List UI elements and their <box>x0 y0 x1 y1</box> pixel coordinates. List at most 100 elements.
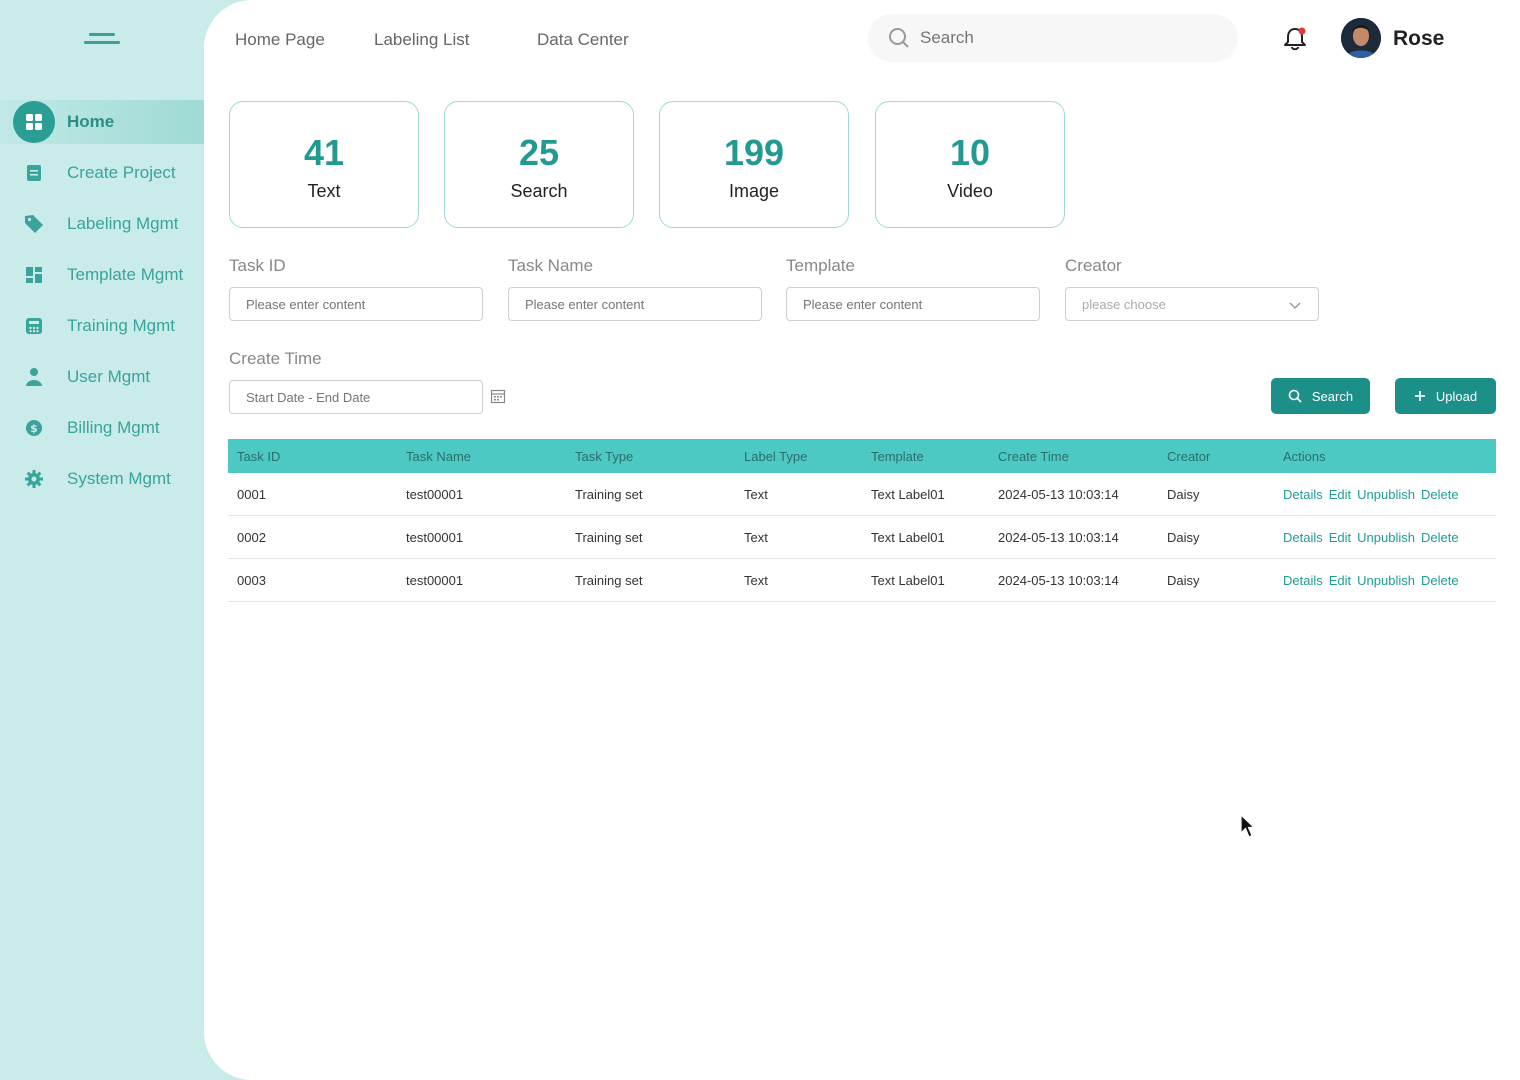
menu-toggle-icon[interactable] <box>84 33 120 49</box>
details-link[interactable]: Details <box>1283 530 1323 545</box>
sidebar-item-template-mgmt[interactable]: Template Mgmt <box>0 253 204 297</box>
stat-value: 10 <box>949 132 991 173</box>
cell-actions: Details Edit Unpublish Delete <box>1274 530 1496 545</box>
sidebar-item-label: Home <box>67 112 115 131</box>
gear-icon <box>24 469 44 489</box>
cell-task-type: Training set <box>575 572 643 588</box>
global-search <box>868 14 1238 62</box>
task-name-label: Task Name <box>508 256 594 275</box>
cell-creator: Daisy <box>1167 529 1200 545</box>
cell-create-time: 2024-05-13 10:03:14 <box>998 486 1119 502</box>
delete-link[interactable]: Delete <box>1421 530 1459 545</box>
creator-select-placeholder: please choose <box>1082 297 1166 312</box>
unpublish-link[interactable]: Unpublish <box>1357 530 1415 545</box>
mouse-cursor-icon <box>1240 814 1256 838</box>
details-link[interactable]: Details <box>1283 573 1323 588</box>
cell-creator: Daisy <box>1167 572 1200 588</box>
cell-label-type: Text <box>744 529 768 545</box>
cell-task-id: 0002 <box>237 529 266 545</box>
search-input[interactable] <box>920 26 1210 50</box>
task-id-input[interactable] <box>229 287 483 321</box>
stat-card-image: 199 Image <box>659 101 849 228</box>
stat-card-search: 25 Search <box>444 101 634 228</box>
sidebar-item-home[interactable]: Home <box>0 100 204 144</box>
date-range-input[interactable] <box>229 380 483 414</box>
cell-task-name: test00001 <box>406 529 464 545</box>
column-header: Task Type <box>575 448 634 464</box>
cell-label-type: Text <box>744 486 768 502</box>
cell-creator: Daisy <box>1167 486 1200 502</box>
sidebar-item-billing-mgmt[interactable]: $ Billing Mgmt <box>0 406 204 450</box>
create-time-label: Create Time <box>229 349 322 368</box>
stat-value: 41 <box>303 132 345 173</box>
cell-task-name: test00001 <box>406 486 464 502</box>
cell-task-type: Training set <box>575 486 643 502</box>
tasks-table: Task ID Task Name Task Type Label Type T… <box>228 439 1496 602</box>
calendar-icon[interactable] <box>490 388 506 404</box>
sidebar-item-label: Create Project <box>67 163 176 182</box>
table-row: 0002 test00001 Training set Text Text La… <box>228 516 1496 559</box>
avatar[interactable] <box>1341 18 1381 58</box>
sidebar-item-labeling-mgmt[interactable]: Labeling Mgmt <box>0 202 204 246</box>
template-input[interactable] <box>786 287 1040 321</box>
sidebar: Home Create Project Labeling Mgmt Templa… <box>0 0 230 1080</box>
creator-label: Creator <box>1065 256 1122 275</box>
sidebar-item-system-mgmt[interactable]: System Mgmt <box>0 457 204 501</box>
creator-select[interactable]: please choose <box>1065 287 1319 321</box>
nav-link-home-page[interactable]: Home Page <box>235 30 325 50</box>
column-header: Label Type <box>744 448 808 464</box>
column-header: Creator <box>1167 448 1211 464</box>
cell-actions: Details Edit Unpublish Delete <box>1274 573 1496 588</box>
stat-label: Video <box>947 181 993 201</box>
table-row: 0003 test00001 Training set Text Text La… <box>228 559 1496 602</box>
cell-template: Text Label01 <box>871 529 945 545</box>
stat-label: Image <box>728 181 780 201</box>
tag-icon <box>24 214 44 234</box>
cell-task-id: 0003 <box>237 572 266 588</box>
sidebar-item-user-mgmt[interactable]: User Mgmt <box>0 355 204 399</box>
user-name: Rose <box>1393 27 1445 50</box>
delete-link[interactable]: Delete <box>1421 573 1459 588</box>
search-icon <box>1288 389 1302 403</box>
template-label: Template <box>786 256 855 275</box>
user-icon <box>24 367 44 387</box>
notification-bell-icon[interactable] <box>1282 26 1308 52</box>
column-header: Task ID <box>237 448 281 464</box>
upload-button[interactable]: Upload <box>1395 378 1496 414</box>
dollar-icon: $ <box>24 418 44 438</box>
column-header: Actions <box>1283 448 1326 464</box>
cell-template: Text Label01 <box>871 486 945 502</box>
sidebar-nav: Home Create Project Labeling Mgmt Templa… <box>0 100 204 508</box>
cell-task-name: test00001 <box>406 572 464 588</box>
table-row: 0001 test00001 Training set Text Text La… <box>228 473 1496 516</box>
details-link[interactable]: Details <box>1283 487 1323 502</box>
unpublish-link[interactable]: Unpublish <box>1357 573 1415 588</box>
task-name-input[interactable] <box>508 287 762 321</box>
nav-link-labeling-list[interactable]: Labeling List <box>374 30 469 50</box>
stat-card-video: 10 Video <box>875 101 1065 228</box>
cell-actions: Details Edit Unpublish Delete <box>1274 487 1496 502</box>
edit-link[interactable]: Edit <box>1329 487 1351 502</box>
sidebar-item-create-project[interactable]: Create Project <box>0 151 204 195</box>
edit-link[interactable]: Edit <box>1329 573 1351 588</box>
delete-link[interactable]: Delete <box>1421 487 1459 502</box>
search-button[interactable]: Search <box>1271 378 1370 414</box>
unpublish-link[interactable]: Unpublish <box>1357 487 1415 502</box>
plus-icon <box>1414 391 1425 401</box>
search-button-label: Search <box>1311 388 1354 404</box>
sidebar-item-label: System Mgmt <box>67 469 171 488</box>
stat-label: Text <box>307 181 341 201</box>
sidebar-item-training-mgmt[interactable]: Training Mgmt <box>0 304 204 348</box>
chevron-down-icon <box>1289 302 1301 310</box>
cell-template: Text Label01 <box>871 572 945 588</box>
sidebar-item-label: Training Mgmt <box>67 316 176 335</box>
column-header: Create Time <box>998 448 1069 464</box>
nav-link-data-center[interactable]: Data Center <box>537 30 629 50</box>
cell-task-type: Training set <box>575 529 643 545</box>
stat-card-text: 41 Text <box>229 101 419 228</box>
layout-icon <box>24 265 44 285</box>
cell-create-time: 2024-05-13 10:03:14 <box>998 529 1119 545</box>
calculator-icon <box>24 316 44 336</box>
upload-button-label: Upload <box>1435 388 1478 404</box>
edit-link[interactable]: Edit <box>1329 530 1351 545</box>
